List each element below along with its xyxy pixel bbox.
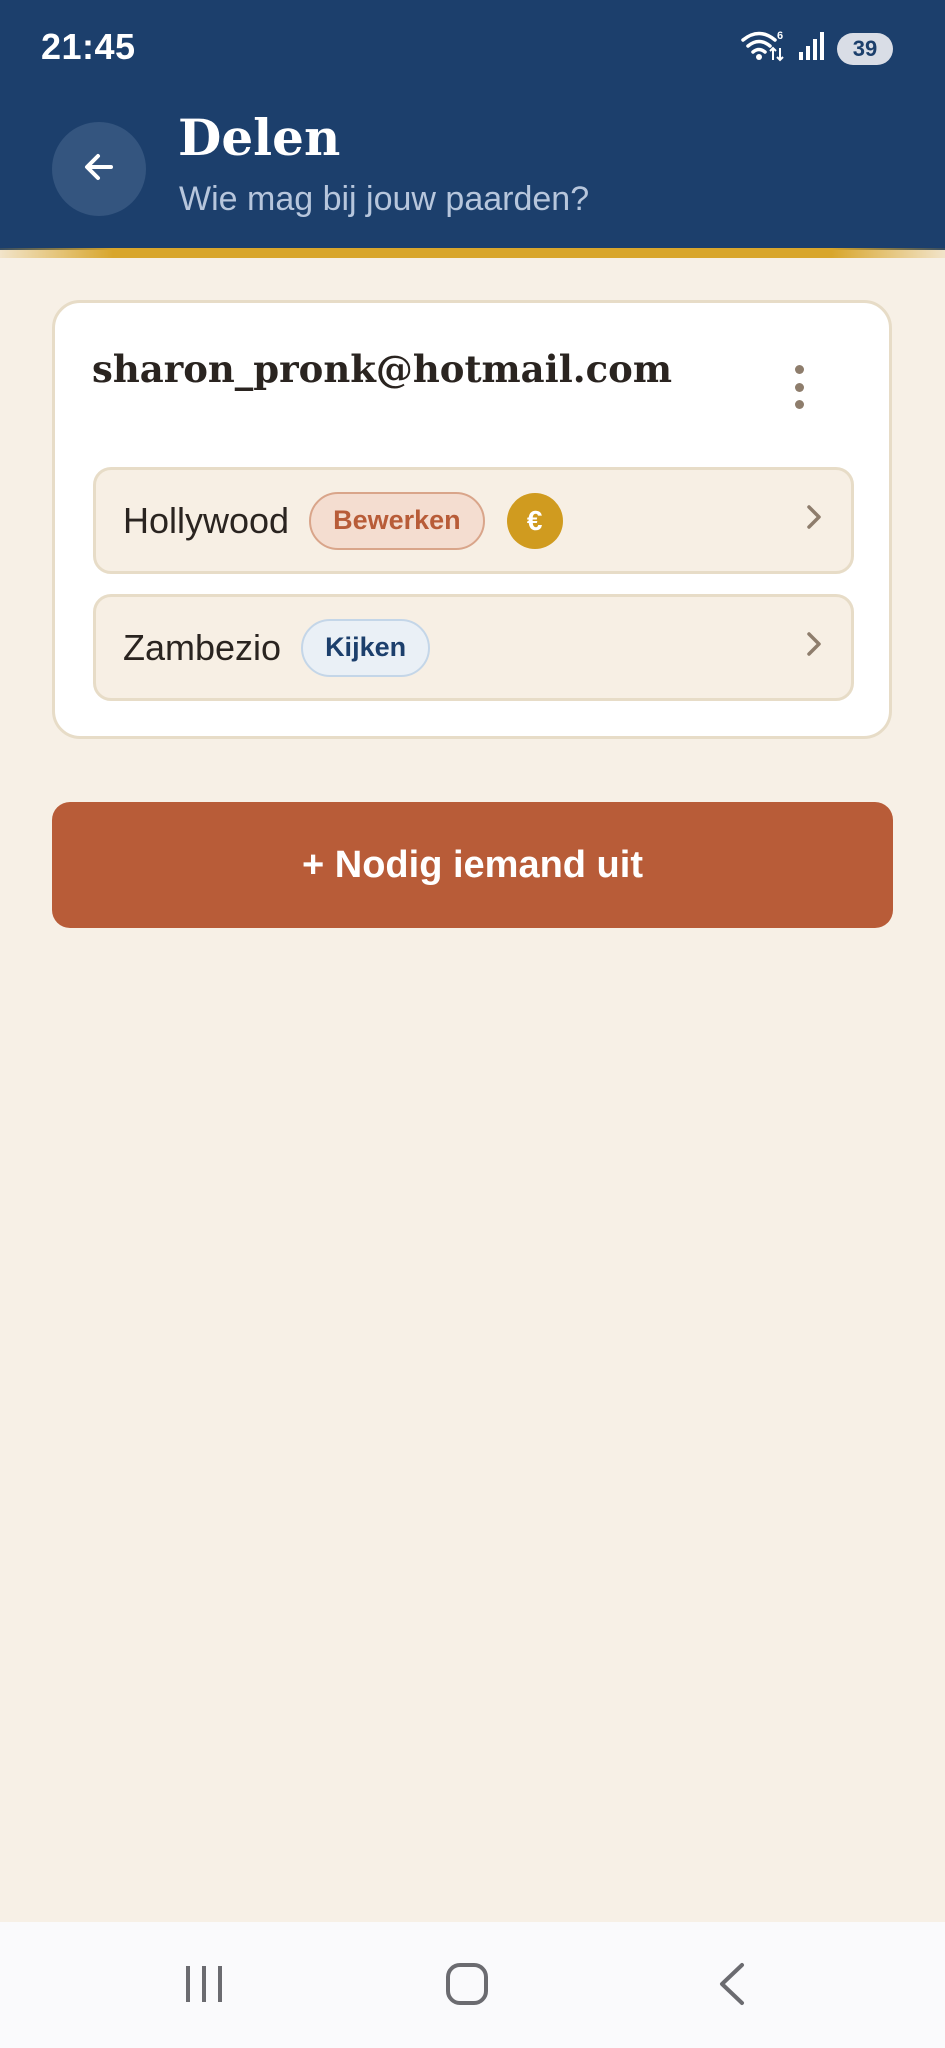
back-button[interactable] (52, 122, 146, 216)
invite-button[interactable]: + Nodig iemand uit (52, 802, 893, 928)
system-nav-bar (0, 1922, 945, 2048)
header-accent-line (0, 248, 945, 258)
horse-row-zambezio[interactable]: Zambezio Kijken (93, 594, 854, 701)
wifi-badge: 6 (777, 30, 783, 42)
page-title: Delen (178, 108, 341, 167)
status-icons: 6 39 (741, 28, 893, 69)
chevron-right-icon (805, 500, 825, 539)
horse-row-hollywood[interactable]: Hollywood Bewerken € (93, 467, 854, 574)
status-time: 21:45 (41, 26, 136, 67)
recent-apps-icon[interactable] (184, 1964, 224, 2009)
back-icon[interactable] (716, 1962, 748, 2011)
wifi-icon: 6 (741, 28, 787, 69)
page-subtitle: Wie mag bij jouw paarden? (179, 180, 590, 218)
shared-user-email: sharon_pronk@hotmail.com (92, 347, 673, 391)
home-icon[interactable] (445, 1962, 489, 2011)
app-header: 21:45 6 39 Delen Wie mag bij jouw paarde… (0, 0, 945, 250)
battery-indicator: 39 (837, 32, 893, 65)
chevron-right-icon (805, 627, 825, 666)
permission-badge: Bewerken (309, 491, 485, 550)
horse-name: Zambezio (123, 626, 282, 668)
more-vertical-icon[interactable] (791, 365, 807, 409)
signal-icon (797, 30, 827, 67)
arrow-left-icon (79, 147, 119, 192)
permission-badge: Kijken (301, 618, 431, 677)
euro-icon: € (506, 492, 563, 549)
share-card: sharon_pronk@hotmail.com Hollywood Bewer… (52, 300, 892, 739)
horse-name: Hollywood (123, 499, 290, 541)
